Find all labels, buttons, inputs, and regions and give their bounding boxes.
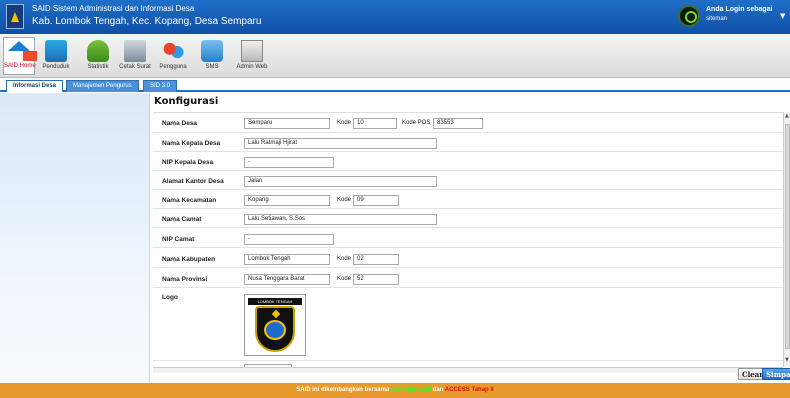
page-title: Konfigurasi [154,96,219,107]
form-row-kabupaten: Nama Kabupaten Lombok Tengah Kode 02 [153,248,783,268]
label-nama-desa: Nama Desa [162,120,198,127]
toolbar-cetak-surat[interactable]: Cetak Surat [117,37,153,75]
save-button[interactable]: Simpan [762,368,790,380]
regency-emblem-icon [255,306,295,352]
toolbar-sms[interactable]: SMS [200,37,224,75]
caret-down-icon[interactable]: ▼ [780,12,785,20]
footer: SAID ini dikembangkan bersama Combine.or… [0,383,790,398]
kode-kabupaten-label: Kode [337,256,352,262]
home-icon [8,41,37,61]
label-kabupaten: Nama Kabupaten [162,256,216,263]
label-logo: Logo [162,294,178,301]
scroll-down-icon[interactable]: ▼ [785,357,789,363]
nip-camat-input[interactable]: - [244,234,334,245]
kabupaten-input[interactable]: Lombok Tengah [244,254,330,265]
form-row-kecamatan: Nama Kecamatan Kopang Kode 09 [153,190,783,209]
print-icon [124,40,146,62]
kode-provinsi-input[interactable]: 52 [353,274,399,285]
kode-kecamatan-input[interactable]: 09 [353,195,399,206]
footer-link-access[interactable]: ACCESS Tahap II [445,387,494,393]
alamat-input[interactable]: Jalan [244,176,437,187]
main-toolbar: SAID Home Penduduk Statistik Cetak Surat… [0,34,790,78]
admin-web-icon [241,40,263,62]
logo-banner-text: LOMBOK TENGAH [248,298,302,305]
nama-desa-input[interactable]: Semparu [244,118,330,129]
label-kecamatan: Nama Kecamatan [162,197,217,204]
label-nip-camat: NIP Camat [162,236,195,243]
people-icon [45,40,67,62]
label-alamat: Alamat Kantor Desa [162,178,224,185]
kecamatan-input[interactable]: Kopang [244,195,330,206]
regency-logo-icon [6,4,24,29]
vertical-scrollbar[interactable]: ▲ ▼ [783,112,790,367]
kode-desa-label: Kode [337,120,352,126]
label-camat: Nama Camat [162,216,202,223]
kode-provinsi-label: Kode [337,276,352,282]
form-row-logo: Logo LOMBOK TENGAH [153,288,783,361]
chart-icon [87,40,109,62]
footer-middle: dan [432,387,444,393]
form-row-nip-camat: NIP Camat - [153,228,783,248]
horizontal-scrollbar[interactable] [153,367,783,373]
user-avatar-icon [678,5,700,27]
label-kepala-desa: Nama Kepala Desa [162,140,221,147]
tab-informasi-desa[interactable]: Informasi Desa [6,80,64,92]
kode-desa-input[interactable]: 10 [353,118,397,129]
config-form: Nama Desa Semparu Kode 10 Kode POS 83553… [153,112,783,367]
camat-input[interactable]: Lalu Setiawan, S.Sos [244,214,437,225]
user-menu[interactable]: Anda Login sebagai siteman ▼ [672,2,788,32]
tab-sid[interactable]: SID 3.0 [143,80,178,92]
label-provinsi: Nama Provinsi [162,276,208,283]
tab-manajemen-pengurus[interactable]: Manajemen Pengurus [66,80,139,92]
kode-kabupaten-input[interactable]: 02 [353,254,399,265]
provinsi-input[interactable]: Nusa Tenggara Barat [244,274,330,285]
users-icon [162,40,184,62]
toolbar-statistik[interactable]: Statistik [84,37,112,75]
toolbar-said-home[interactable]: SAID Home [3,37,37,75]
app-subtitle: Kab. Lombok Tengah, Kec. Kopang, Desa Se… [32,16,262,27]
app-header: SAID Sistem Administrasi dan Informasi D… [0,0,790,34]
form-row-nama-desa: Nama Desa Semparu Kode 10 Kode POS 83553 [153,113,783,133]
footer-link-combine[interactable]: Combine.or.id [391,387,431,393]
kode-pos-label: Kode POS [402,120,431,126]
label-nip-kepala: NIP Kepala Desa [162,159,214,166]
form-row-provinsi: Nama Provinsi Nusa Tenggara Barat Kode 5… [153,268,783,288]
footer-prefix: SAID ini dikembangkan bersama [296,387,390,393]
form-row-kepala-desa: Nama Kepala Desa Lalu Ratmaji Hjirat [153,133,783,152]
tab-bar: Informasi Desa Manajemen Pengurus SID 3.… [0,79,790,92]
sms-icon [201,40,223,62]
kode-pos-input[interactable]: 83553 [433,118,483,129]
toolbar-penduduk[interactable]: Penduduk [42,37,70,75]
scroll-up-icon[interactable]: ▲ [785,113,789,119]
kepala-desa-input[interactable]: Lalu Ratmaji Hjirat [244,138,437,149]
scroll-thumb[interactable] [785,124,790,349]
logo-preview: LOMBOK TENGAH [244,294,306,356]
sidebar-panel [0,93,150,383]
form-row-camat: Nama Camat Lalu Setiawan, S.Sos [153,209,783,228]
username: siteman [706,16,728,22]
form-row-alamat: Alamat Kantor Desa Jalan [153,171,783,190]
kode-kecamatan-label: Kode [337,197,352,203]
app-title: SAID Sistem Administrasi dan Informasi D… [32,4,195,13]
login-label: Anda Login sebagai [706,6,773,13]
form-row-nip-kepala: NIP Kepala Desa - [153,152,783,171]
nip-kepala-input[interactable]: - [244,157,334,168]
toolbar-admin-web[interactable]: Admin Web [234,37,270,75]
toolbar-pengguna[interactable]: Pengguna [158,37,188,75]
